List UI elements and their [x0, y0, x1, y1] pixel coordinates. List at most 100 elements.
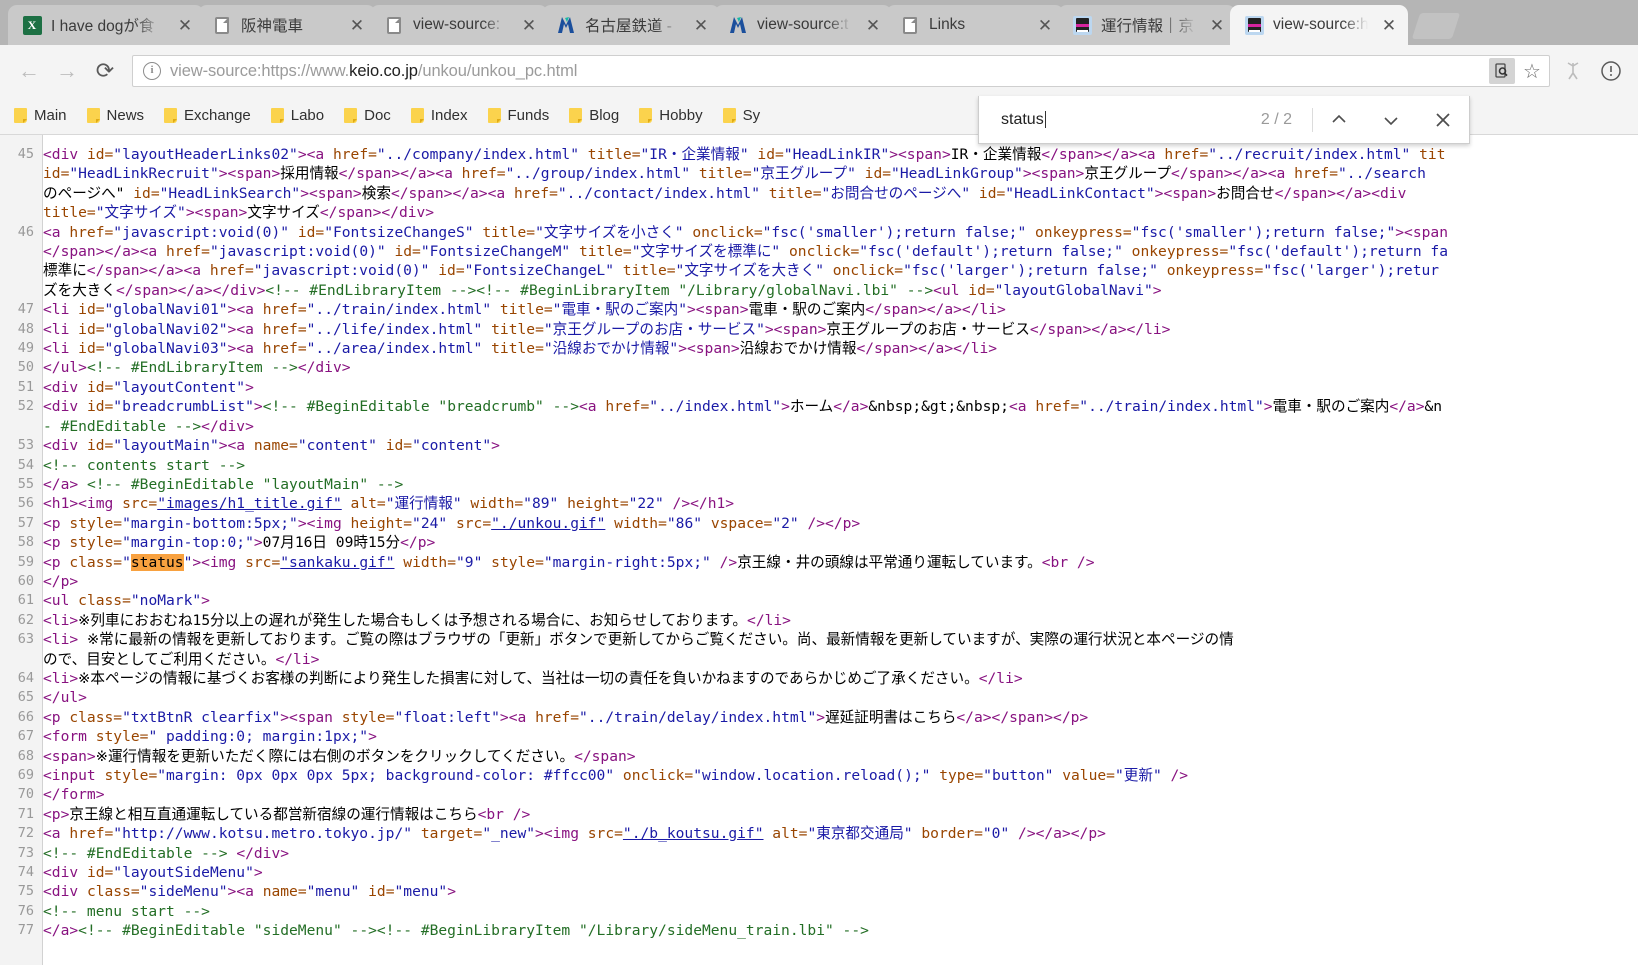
- code-token: id=: [289, 223, 325, 241]
- line-number: 77: [17, 922, 34, 939]
- tab-close-icon[interactable]: ✕: [1032, 12, 1058, 38]
- code-token: 電車・駅のご案内: [1272, 398, 1390, 416]
- code-token: "運行情報": [385, 495, 462, 513]
- bookmark-item[interactable]: Funds: [482, 104, 556, 127]
- address-bar[interactable]: i view-source:https://www.keio.co.jp/unk…: [132, 55, 1550, 87]
- forward-icon[interactable]: →: [50, 54, 84, 88]
- tab-favicon: [900, 15, 920, 35]
- bookmark-item[interactable]: Index: [405, 104, 474, 127]
- code-token: </a></span></p>: [956, 708, 1089, 726]
- find-previous-icon[interactable]: [1313, 97, 1365, 143]
- code-token: >: [253, 398, 263, 416]
- bookmark-item[interactable]: Doc: [338, 104, 397, 127]
- code-token: "../recruit/index.html": [1208, 146, 1411, 163]
- code-token: "HeadLinkIR": [783, 146, 890, 163]
- extension-icon[interactable]: [1558, 56, 1588, 86]
- code-token: &nbsp;&gt;&nbsp;: [868, 398, 1009, 416]
- site-info-icon[interactable]: i: [143, 62, 161, 80]
- browser-tab[interactable]: view-source:h ✕: [1230, 5, 1408, 45]
- code-token: "menu": [306, 883, 360, 901]
- code-token: border=: [912, 825, 983, 843]
- code-token: "../company/index.html": [376, 146, 579, 163]
- line-number: 67: [17, 728, 34, 745]
- tab-close-icon[interactable]: ✕: [516, 12, 542, 38]
- code-token: "sideMenu": [139, 883, 228, 901]
- code-token: />: [710, 553, 738, 571]
- code-token: >: [253, 864, 263, 882]
- page-menu-icon[interactable]: [1596, 56, 1626, 86]
- tab-close-icon[interactable]: ✕: [344, 12, 370, 38]
- browser-tab[interactable]: 運行情報｜京 ✕: [1058, 5, 1236, 45]
- code-token: "../train/delay/index.html": [579, 708, 817, 726]
- code-token: id=: [385, 243, 421, 261]
- source-code[interactable]: href="../french/takao.html" title="フランス語…: [18, 135, 1638, 965]
- tab-close-icon[interactable]: ✕: [1376, 12, 1402, 38]
- code-token: "layoutGlobalNavi": [994, 281, 1153, 299]
- code-token: <!-- menu start -->: [43, 902, 210, 920]
- code-token: "txtBtnR clearfix": [122, 708, 281, 726]
- code-token: title=: [473, 223, 536, 241]
- code-token: <div: [43, 437, 87, 455]
- back-icon[interactable]: ←: [12, 54, 46, 88]
- code-token: title=: [482, 340, 544, 358]
- code-token: id=: [43, 165, 70, 183]
- code-token: "./b_koutsu.gif": [622, 825, 764, 843]
- folder-icon: [722, 108, 736, 123]
- code-token: "../group/index.html": [505, 165, 691, 183]
- tab-close-icon[interactable]: ✕: [860, 12, 886, 38]
- code-token: "0": [982, 825, 1010, 843]
- find-input[interactable]: status: [979, 111, 1261, 129]
- bookmark-item[interactable]: Main: [8, 104, 73, 127]
- line-number: 49: [17, 340, 34, 357]
- code-token: "noMark": [130, 592, 202, 610]
- code-token: 電車・駅のご案内: [748, 301, 866, 319]
- bookmark-star-icon[interactable]: ☆: [1519, 58, 1545, 84]
- code-token: class=: [69, 553, 123, 571]
- bookmark-item[interactable]: Labo: [265, 104, 330, 127]
- bookmark-item[interactable]: Sy: [717, 104, 767, 127]
- code-token: >: [201, 592, 210, 610]
- browser-tab[interactable]: view-source:t ✕: [714, 5, 892, 45]
- tab-close-icon[interactable]: ✕: [1204, 12, 1230, 38]
- browser-tab[interactable]: X I have dogが食 ✕: [8, 5, 204, 45]
- tab-close-icon[interactable]: ✕: [688, 12, 714, 38]
- source-line: 68 <span>※運行情報を更新いただく際には右側のボタンをクリックしてください…: [18, 747, 1638, 766]
- code-token: id=: [855, 165, 892, 183]
- code-token: href=: [262, 301, 307, 319]
- code-token: "FontsizeChangeL": [464, 262, 615, 280]
- code-token: ><a: [227, 301, 263, 319]
- code-token: /></a></p>: [1009, 825, 1106, 843]
- browser-tab[interactable]: 阪神電車 ✕: [198, 5, 376, 45]
- bookmark-item[interactable]: Hobby: [633, 104, 708, 127]
- browser-tab[interactable]: 名古屋鉄道 - ✕: [542, 5, 720, 45]
- tab-close-icon[interactable]: ✕: [172, 12, 198, 38]
- code-token: height=: [558, 495, 629, 513]
- code-token: "margin-top:0;": [122, 534, 254, 552]
- find-match-count: 2 / 2: [1260, 110, 1292, 128]
- browser-tab[interactable]: view-source: ✕: [370, 5, 548, 45]
- code-token: <p: [43, 708, 70, 726]
- bookmark-item[interactable]: News: [81, 104, 151, 127]
- tab-favicon: [1072, 15, 1092, 35]
- find-close-icon[interactable]: [1417, 97, 1469, 143]
- find-next-icon[interactable]: [1365, 97, 1417, 143]
- code-token: </a>: [833, 398, 869, 416]
- reload-icon[interactable]: ⟳: [88, 54, 122, 88]
- code-token: >: [1263, 398, 1273, 416]
- code-token: ※常に最新の情報を更新しております。ご覧の際はブラウザの「更新」ボタンで更新して…: [78, 631, 1234, 649]
- code-token: <li: [43, 340, 79, 358]
- bookmark-item[interactable]: Blog: [563, 104, 625, 127]
- code-token: ><a: [227, 320, 263, 338]
- browser-tab[interactable]: Links ✕: [886, 5, 1064, 45]
- new-tab-button[interactable]: [1411, 13, 1461, 39]
- code-token: title=: [759, 184, 822, 202]
- code-token: href=: [1164, 146, 1209, 163]
- page-icon: [903, 16, 917, 34]
- code-token: <br />: [477, 805, 531, 823]
- code-token: "http://www.kotsu.metro.tokyo.jp/": [113, 825, 413, 843]
- code-token: ホーム: [789, 398, 834, 416]
- find-in-page-icon[interactable]: [1489, 58, 1515, 84]
- bookmark-item[interactable]: Exchange: [158, 104, 257, 127]
- code-token: </a>: [43, 922, 79, 940]
